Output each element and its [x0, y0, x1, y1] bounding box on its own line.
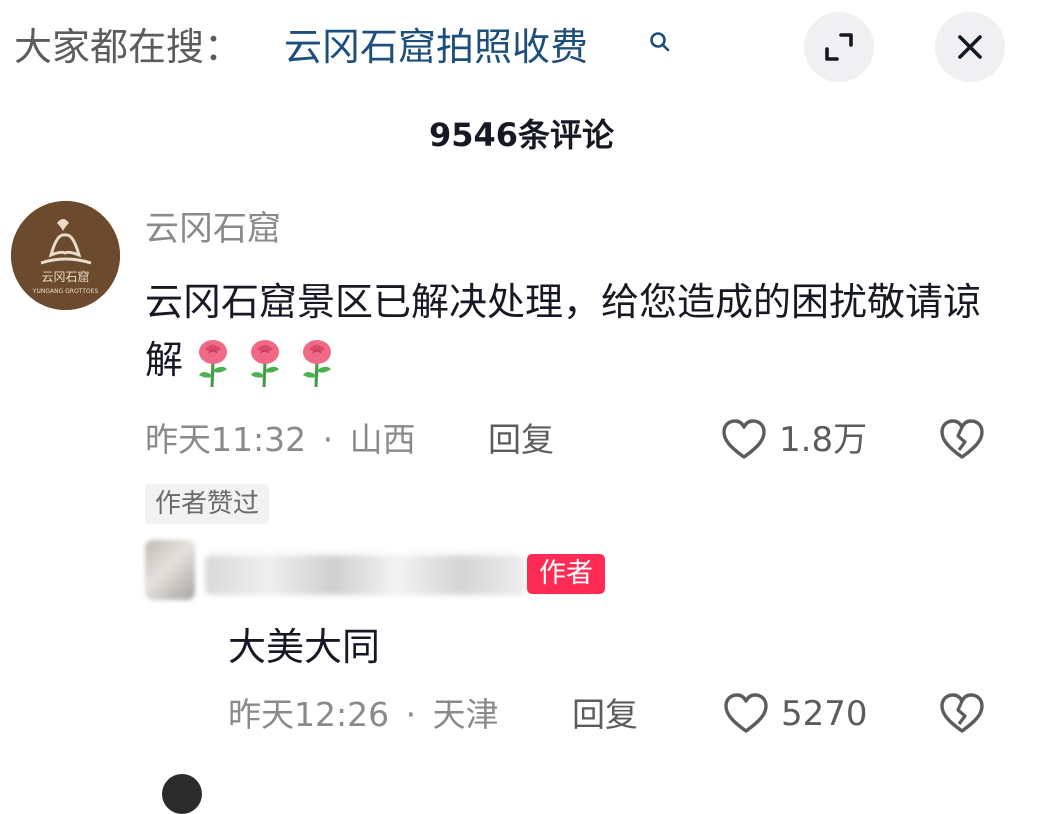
heart-icon[interactable] [722, 690, 770, 738]
close-icon [958, 35, 982, 59]
like-count: 1.8万 [779, 420, 868, 460]
search-suggestion-link[interactable]: 云冈石窟拍照收费 [284, 22, 588, 72]
rose-emoji-icon [235, 338, 287, 387]
reply-meta: 昨天12:26 · 天津 [228, 692, 499, 738]
yungang-logo-icon: 云冈石窟 YUNGANG GROTTOES [11, 201, 120, 310]
logo-subtext: YUNGANG GROTTOES [32, 288, 99, 295]
dislike-broken-heart-icon[interactable] [938, 416, 986, 464]
reply-button[interactable]: 回复 [488, 417, 554, 463]
reply-location: 天津 [432, 695, 499, 734]
dislike-broken-heart-icon[interactable] [938, 690, 986, 738]
comment-time: 昨天11:32 [145, 420, 307, 459]
expand-icon [825, 33, 853, 61]
next-comment-avatar[interactable] [162, 774, 202, 814]
reply-avatar[interactable] [145, 540, 195, 600]
reply-reply-button[interactable]: 回复 [572, 692, 638, 738]
author-liked-badge: 作者赞过 [145, 484, 270, 524]
logo-text: 云冈石窟 [41, 269, 89, 284]
author-badge: 作者 [527, 554, 605, 594]
comment-location: 山西 [349, 420, 416, 459]
comment-username[interactable]: 云冈石窟 [145, 206, 281, 252]
search-icon[interactable] [648, 30, 672, 54]
reply-text: 大美大同 [228, 625, 381, 669]
close-button[interactable] [935, 12, 1005, 82]
meta-separator: · [405, 695, 417, 734]
comment-meta: 昨天11:32 · 山西 [145, 417, 416, 463]
avatar[interactable]: 云冈石窟 YUNGANG GROTTOES [11, 201, 120, 310]
comment-count-title: 9546条评论 [428, 116, 615, 154]
comment-text: 云冈石窟景区已解决处理，给您造成的困扰敬请谅解 [145, 273, 1005, 389]
reply-like-count: 5270 [781, 694, 868, 734]
rose-emoji-icon [183, 338, 235, 387]
meta-separator: · [322, 420, 334, 459]
heart-icon[interactable] [720, 416, 768, 464]
reply-time: 昨天12:26 [228, 695, 390, 734]
search-prefix: 大家都在搜： [14, 25, 243, 69]
expand-button[interactable] [804, 12, 874, 82]
blurred-username[interactable] [205, 555, 525, 595]
rose-emoji-icon [287, 338, 339, 387]
